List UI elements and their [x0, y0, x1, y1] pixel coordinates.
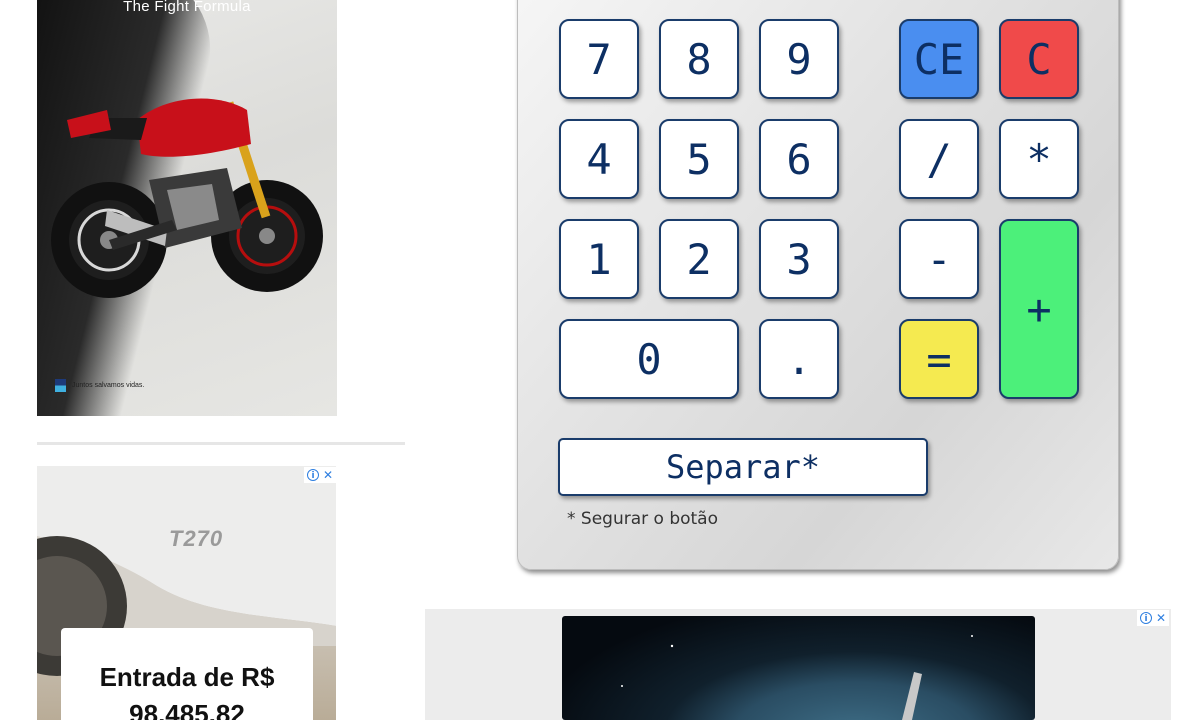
separate-button[interactable]: Separar* — [558, 438, 928, 496]
ad-offer-panel[interactable]: Entrada de R$ 98.485,82 — [61, 628, 313, 720]
calculator: 7 8 9 CE C 4 5 6 / * 1 2 3 - + 0 . = Sep… — [517, 0, 1119, 570]
divide-button[interactable]: / — [899, 119, 979, 199]
key-8[interactable]: 8 — [659, 19, 739, 99]
hold-button-hint: * Segurar o botão — [567, 509, 718, 529]
key-1[interactable]: 1 — [559, 219, 639, 299]
motorcycle-ad[interactable]: The Fight Formula Juntos salvamos vidas. — [37, 0, 337, 416]
key-9[interactable]: 9 — [759, 19, 839, 99]
offer-price: 98.485,82 — [129, 699, 245, 720]
clear-entry-button[interactable]: CE — [899, 19, 979, 99]
sidebar-divider — [37, 442, 405, 445]
close-icon[interactable]: ✕ — [323, 468, 333, 482]
earth-video-frame[interactable] — [562, 616, 1035, 720]
key-0[interactable]: 0 — [559, 319, 739, 399]
ad-controls[interactable]: i ✕ — [304, 467, 337, 483]
key-4[interactable]: 4 — [559, 119, 639, 199]
adchoices-icon[interactable]: i — [307, 469, 319, 481]
key-2[interactable]: 2 — [659, 219, 739, 299]
car-ad[interactable]: T270 Entrada de R$ 98.485,82 — [37, 466, 336, 720]
car-model-badge: T270 — [169, 526, 224, 551]
close-icon[interactable]: ✕ — [1156, 611, 1166, 625]
ad-controls-bottom[interactable]: i ✕ — [1137, 610, 1170, 626]
equals-button[interactable]: = — [899, 319, 979, 399]
add-button[interactable]: + — [999, 219, 1079, 399]
adchoices-icon[interactable]: i — [1140, 612, 1152, 624]
ad-footer: Juntos salvamos vidas. — [55, 379, 144, 392]
satellite-image — [621, 635, 973, 720]
clear-button[interactable]: C — [999, 19, 1079, 99]
offer-line-1: Entrada de R$ — [99, 662, 275, 692]
key-3[interactable]: 3 — [759, 219, 839, 299]
multiply-button[interactable]: * — [999, 119, 1079, 199]
decimal-button[interactable]: . — [759, 319, 839, 399]
subtract-button[interactable]: - — [899, 219, 979, 299]
key-7[interactable]: 7 — [559, 19, 639, 99]
ad-footer-text: Juntos salvamos vidas. — [72, 382, 145, 389]
key-5[interactable]: 5 — [659, 119, 739, 199]
brand-logo-icon — [55, 379, 66, 392]
motorcycle-image — [51, 98, 323, 298]
ad-headline: The Fight Formula — [123, 0, 251, 15]
space-video-ad[interactable] — [425, 609, 1171, 720]
key-6[interactable]: 6 — [759, 119, 839, 199]
